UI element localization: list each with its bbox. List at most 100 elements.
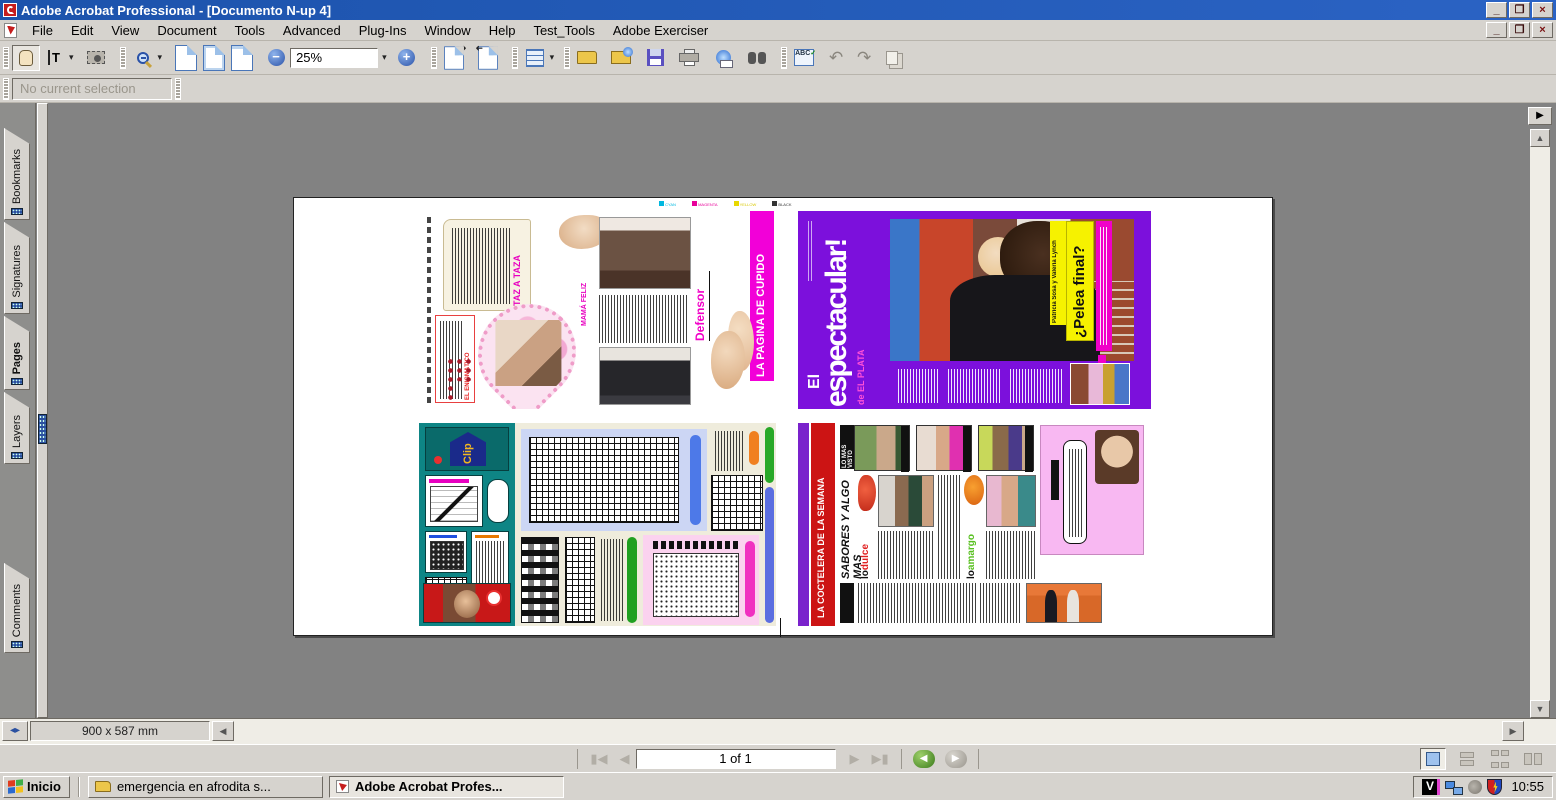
toolbar-grip[interactable] [564, 47, 570, 69]
redo-button[interactable]: ↷ [850, 45, 878, 71]
tab-grip[interactable] [11, 302, 23, 309]
newspaper-page-cupido: LA PAGINA DE CUPIDO TAZ A TAZA EL ENIGMÁ… [421, 211, 776, 409]
doc-close-button[interactable]: × [1532, 22, 1553, 38]
magazine-cover-photo [423, 583, 511, 623]
tab-signatures[interactable]: Signatures [4, 222, 30, 314]
vertical-scrollbar[interactable]: ▲ ▼ [1530, 129, 1550, 718]
close-button[interactable]: × [1532, 2, 1553, 18]
email-button[interactable] [709, 45, 737, 71]
text-select-dropdown[interactable]: ▾ [69, 52, 74, 63]
task-list-dropdown[interactable]: ▾ [550, 52, 555, 63]
tab-grip[interactable] [11, 641, 23, 648]
toolbar-grip[interactable] [512, 47, 518, 69]
page-number-input[interactable] [636, 749, 836, 769]
network-tray-icon[interactable] [1445, 779, 1463, 795]
menu-advanced[interactable]: Advanced [274, 20, 350, 41]
zoom-tool-button[interactable] [129, 45, 157, 71]
toolbar-grip[interactable] [3, 47, 9, 69]
hscroll-left-button[interactable]: ◀ [212, 721, 234, 741]
toolbar-grip[interactable] [781, 47, 787, 69]
next-page-view-button[interactable]: ➜ [440, 45, 468, 71]
menu-help[interactable]: Help [480, 20, 525, 41]
tab-grip[interactable] [11, 208, 23, 215]
v-app-tray-icon[interactable]: V [1422, 779, 1440, 795]
scroll-down-button[interactable]: ▼ [1530, 700, 1550, 718]
zoom-out-button[interactable]: − [262, 45, 290, 71]
search-button[interactable] [743, 45, 771, 71]
continuous-facing-layout-button[interactable] [1488, 748, 1512, 770]
previous-page-button[interactable]: ◀ [620, 751, 630, 767]
fit-width-button[interactable] [228, 45, 256, 71]
newspaper-page-puzzles: Clip [419, 423, 776, 626]
hand-tool-button[interactable] [12, 45, 40, 71]
tab-grip[interactable] [11, 452, 23, 459]
zoom-tool-dropdown[interactable]: ▾ [158, 52, 163, 63]
snapshot-tool-button[interactable] [82, 45, 110, 71]
copy-button[interactable] [878, 45, 906, 71]
first-page-button[interactable]: ▮◀ [590, 751, 607, 767]
selection-bar-grip[interactable] [175, 78, 181, 100]
open-button[interactable] [573, 45, 601, 71]
previous-view-button[interactable]: ◀ [913, 750, 935, 768]
volume-tray-icon[interactable] [1468, 780, 1482, 794]
printer-icon [679, 53, 699, 62]
menu-view[interactable]: View [102, 20, 148, 41]
fit-page-button[interactable] [200, 45, 228, 71]
menu-plugins[interactable]: Plug-Ins [350, 20, 416, 41]
next-page-button[interactable]: ▶ [850, 751, 860, 767]
fit-page-icon [203, 45, 225, 71]
scroll-up-button[interactable]: ▲ [1530, 129, 1550, 147]
menu-adobe-exerciser[interactable]: Adobe Exerciser [604, 20, 717, 41]
person-silhouette [1045, 590, 1057, 622]
continuous-layout-button[interactable] [1454, 748, 1480, 770]
open-web-page-button[interactable] [607, 45, 635, 71]
menu-tools[interactable]: Tools [226, 20, 274, 41]
toolbar-grip[interactable] [431, 47, 437, 69]
minimize-button[interactable]: _ [1486, 2, 1507, 18]
zoom-in-button[interactable]: + [393, 45, 421, 71]
spell-check-button[interactable]: ABC✓ [790, 45, 818, 71]
menu-window[interactable]: Window [415, 20, 479, 41]
previous-page-view-button[interactable]: ➜ [474, 45, 502, 71]
text-select-tool-button[interactable]: T [40, 45, 68, 71]
shield-tray-icon[interactable] [1487, 779, 1502, 795]
divider [577, 749, 578, 769]
doc-restore-button[interactable]: ❒ [1509, 22, 1530, 38]
hscroll-right-button[interactable]: ▶ [1502, 721, 1524, 741]
task-list-button[interactable] [521, 45, 549, 71]
toolbar-grip[interactable] [120, 47, 126, 69]
title-bar[interactable]: Adobe Acrobat Professional - [Documento … [0, 0, 1556, 20]
splitter-grip[interactable] [38, 414, 47, 444]
pane-splitter-button[interactable]: ◂▸ [2, 721, 28, 741]
pane-splitter[interactable] [37, 103, 48, 718]
menu-test-tools[interactable]: Test_Tools [524, 20, 603, 41]
single-page-layout-button[interactable] [1420, 748, 1446, 770]
start-button[interactable]: Inicio [3, 776, 70, 798]
tab-bookmarks[interactable]: Bookmarks [4, 128, 30, 220]
undo-button[interactable]: ↶ [822, 45, 850, 71]
print-button[interactable] [675, 45, 703, 71]
restore-button[interactable]: ❒ [1509, 2, 1530, 18]
actual-size-button[interactable] [172, 45, 200, 71]
next-view-button[interactable]: ▶ [945, 750, 967, 768]
pdf-document-icon[interactable] [4, 23, 17, 38]
hide-toolbars-button[interactable]: ▶ [1528, 107, 1552, 125]
menu-document[interactable]: Document [148, 20, 225, 41]
task-button-afrodita[interactable]: emergencia en afrodita s... [88, 776, 323, 798]
rank-tab [1025, 426, 1033, 472]
menu-file[interactable]: File [23, 20, 62, 41]
zoom-level-dropdown[interactable]: ▾ [382, 52, 387, 63]
save-button[interactable] [641, 45, 669, 71]
document-page[interactable]: CYAN MAGENTA YELLOW BLACK LA PAGINA DE C… [293, 197, 1273, 636]
last-page-button[interactable]: ▶▮ [872, 751, 889, 767]
menu-edit[interactable]: Edit [62, 20, 102, 41]
redo-icon: ↷ [857, 48, 871, 68]
facing-layout-button[interactable] [1520, 748, 1546, 770]
kicker-strip: Patricia Sosa y Valeria Lynch [1050, 221, 1066, 325]
zoom-level-input[interactable] [290, 48, 378, 68]
doc-minimize-button[interactable]: _ [1486, 22, 1507, 38]
task-button-acrobat[interactable]: Adobe Acrobat Profes... [329, 776, 564, 798]
text-select-icon: T [48, 50, 60, 65]
selection-bar-grip[interactable] [3, 78, 9, 100]
tab-grip[interactable] [11, 378, 23, 385]
